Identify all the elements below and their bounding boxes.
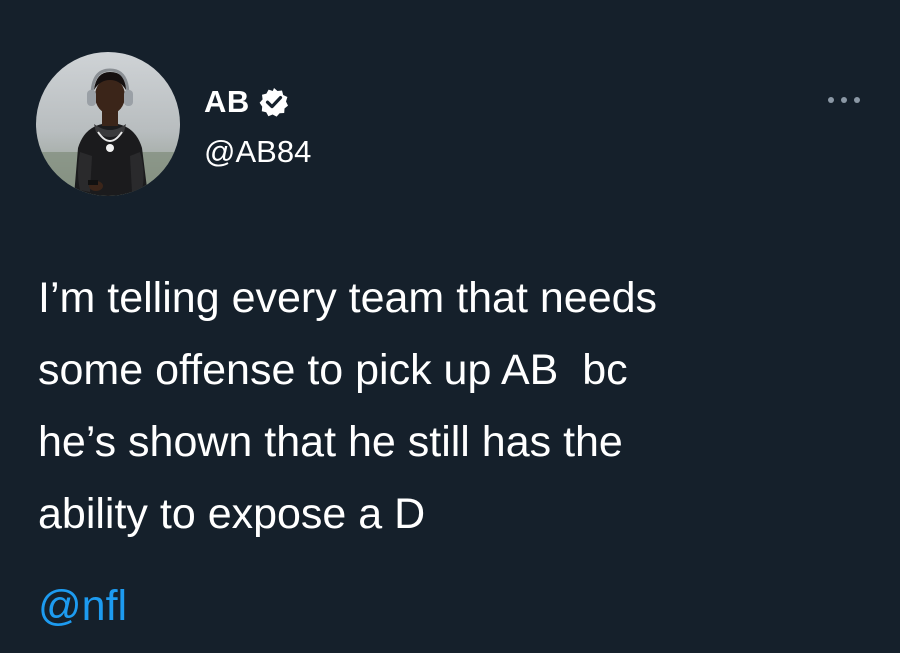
tweet-text: I’m telling every team that needs some of…: [38, 262, 878, 550]
verified-badge-icon: [259, 87, 289, 117]
avatar[interactable]: [36, 52, 180, 196]
author-display-name[interactable]: AB: [204, 82, 250, 122]
tweet-text-line: some offense to pick up AB bc: [38, 346, 628, 394]
author-handle[interactable]: @AB84: [204, 132, 311, 172]
tweet-text-line: ability to expose a D: [38, 490, 426, 538]
tweet-text-line: I’m telling every team that needs: [38, 274, 658, 322]
tweet-card: AB @AB84 I’m telling every team that nee…: [0, 0, 900, 653]
more-options-icon[interactable]: [822, 88, 866, 112]
author-name-row: AB: [204, 82, 289, 122]
tweet-text-line: he’s shown that he still has the: [38, 418, 623, 466]
mention-link[interactable]: @nfl: [38, 578, 127, 634]
